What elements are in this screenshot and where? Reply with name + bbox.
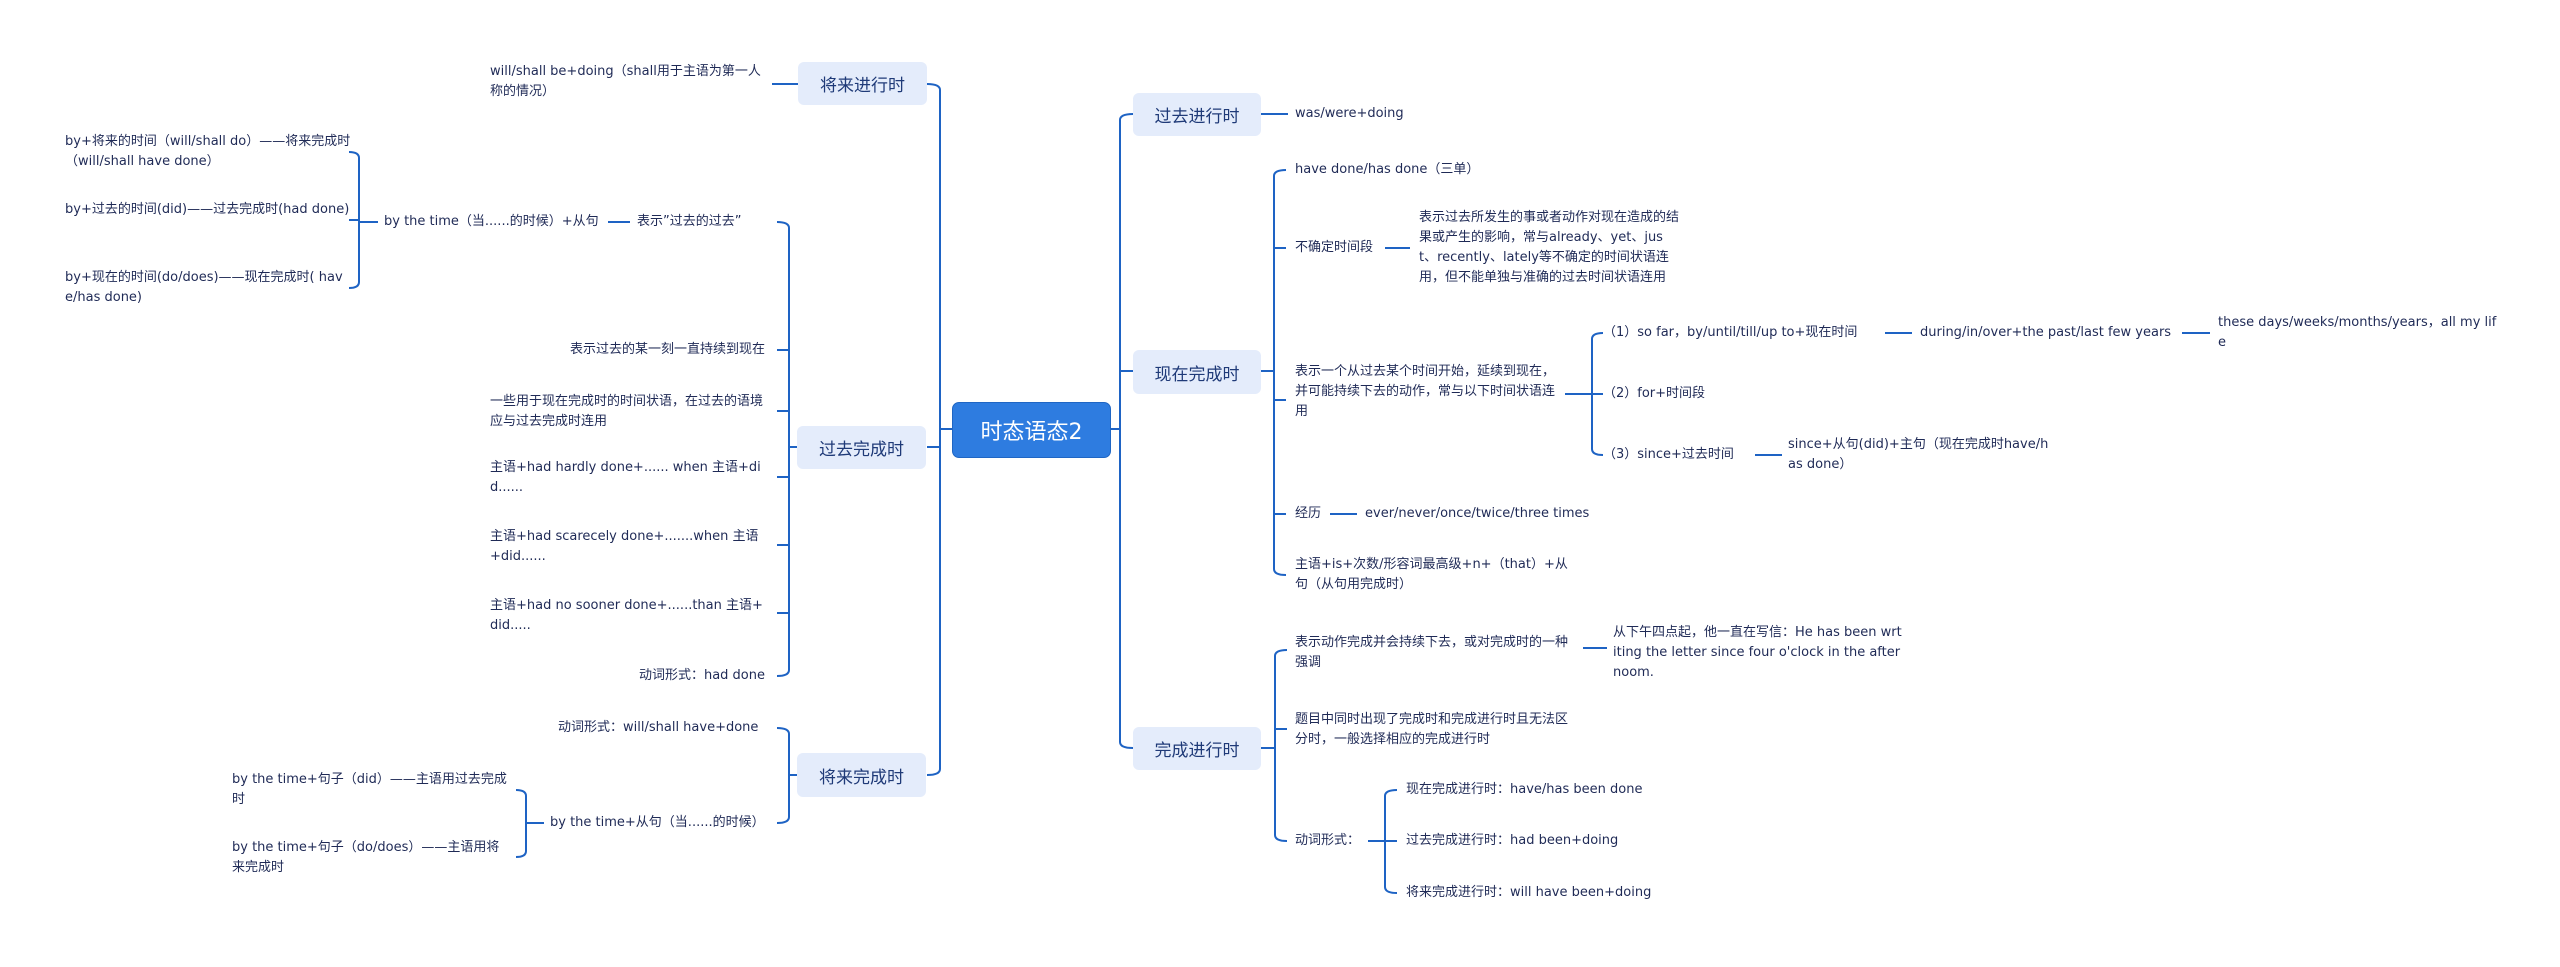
by-the-time-do-does[interactable]: by the time+句子（do/does）——主语用将来完成时: [232, 838, 512, 878]
past-of-past[interactable]: 表示”过去的过去”: [637, 212, 741, 232]
superlative-pattern[interactable]: 主语+is+次数/形容词最高级+n+（that）+从句（从句用完成时）: [1295, 555, 1570, 595]
past-perfect-progressive[interactable]: 过去完成进行时：had been+doing: [1406, 831, 1618, 851]
past-perfect-item-5[interactable]: 主语+had no sooner done+......than 主语+did.…: [490, 596, 765, 636]
past-perfect-verb-form[interactable]: 动词形式：had done: [565, 666, 765, 686]
continuing-action[interactable]: 表示一个从过去某个时间开始，延续到现在，并可能持续下去的动作，常与以下时间状语连…: [1295, 362, 1563, 422]
present-perfect-form[interactable]: have done/has done（三单）: [1295, 160, 1479, 180]
past-perfect-item-4[interactable]: 主语+had scarecely done+.......when 主语+did…: [490, 527, 765, 567]
by-the-time-clause[interactable]: by the time（当......的时候）+从句: [384, 212, 599, 232]
emphasis-example[interactable]: 从下午四点起，他一直在写信：He has been wrtiting the l…: [1613, 623, 1903, 683]
emphasis[interactable]: 表示动作完成并会持续下去，或对完成时的一种强调: [1295, 633, 1580, 673]
right-trunk-spine: [1119, 113, 1134, 749]
past-perfect-bracket-spine: [776, 221, 790, 677]
perfect-progressive-bracket-spine: [1274, 649, 1288, 842]
past-perfect-item-2[interactable]: 一些用于现在完成时的时间状语，在过去的语境应与过去完成时连用: [490, 392, 765, 432]
indefinite-detail[interactable]: 表示过去所发生的事或者动作对现在造成的结果或产生的影响，常与already、ye…: [1419, 208, 1681, 288]
indefinite-period[interactable]: 不确定时间段: [1295, 238, 1373, 258]
by-present-time[interactable]: by+现在的时间(do/does)——现在完成时( have/has done): [65, 268, 355, 308]
left-trunk-spine: [926, 83, 941, 776]
experience-detail[interactable]: ever/never/once/twice/three times: [1365, 504, 1589, 524]
topic-perfect-progressive[interactable]: 完成进行时: [1133, 727, 1261, 770]
past-perfect-item-3[interactable]: 主语+had hardly done+...... when 主语+did...…: [490, 458, 765, 498]
future-perfect-progressive[interactable]: 将来完成进行时：will have been+doing: [1406, 883, 1651, 903]
topic-future-perfect[interactable]: 将来完成时: [797, 753, 926, 797]
future-perfect-by-the-time[interactable]: by the time+从句（当......的时候）: [550, 813, 765, 833]
topic-past-perfect[interactable]: 过去完成时: [797, 426, 926, 469]
experience[interactable]: 经历: [1295, 504, 1321, 524]
future-by-the-time-bracket-spine: [515, 789, 527, 858]
since-clause[interactable]: since+从句(did)+主句（现在完成时have/has done）: [1788, 435, 2053, 475]
past-perfect-item-1[interactable]: 表示过去的某一刻一直持续到现在: [545, 340, 765, 360]
root-topic[interactable]: 时态语态2: [952, 402, 1111, 458]
topic-past-progressive[interactable]: 过去进行时: [1133, 93, 1261, 136]
future-perfect-verb-form[interactable]: 动词形式：will/shall have+done: [558, 718, 758, 738]
by-future-time[interactable]: by+将来的时间（will/shall do）——将来完成时（will/shal…: [65, 132, 355, 172]
topic-present-perfect[interactable]: 现在完成时: [1133, 350, 1261, 394]
adverbial-for[interactable]: （2）for+时间段: [1603, 384, 1705, 404]
future-perfect-bracket-spine: [776, 727, 790, 824]
choice-rule[interactable]: 题目中同时出现了完成时和完成进行时且无法区分时，一般选择相应的完成进行时: [1295, 710, 1580, 750]
past-progressive-form[interactable]: was/were+doing: [1295, 104, 1404, 124]
adverbial-since[interactable]: （3）since+过去时间: [1603, 445, 1734, 465]
adverbial-during[interactable]: during/in/over+the past/last few years: [1920, 323, 2171, 343]
present-perfect-progressive[interactable]: 现在完成进行时：have/has been done: [1406, 780, 1642, 800]
by-the-time-did[interactable]: by the time+句子（did）——主语用过去完成时: [232, 770, 512, 810]
by-past-time[interactable]: by+过去的时间(did)——过去完成时(had done): [65, 200, 355, 220]
adverbial-these-days[interactable]: these days/weeks/months/years，all my lif…: [2218, 313, 2503, 353]
adverbial-so-far[interactable]: （1）so far，by/until/till/up to+现在时间: [1603, 323, 1857, 343]
connector-lines: [348, 83, 2210, 894]
perfect-progressive-verb-form[interactable]: 动词形式：: [1295, 831, 1360, 851]
future-progressive-form[interactable]: will/shall be+doing（shall用于主语为第一人称的情况）: [490, 62, 765, 102]
topic-future-progressive[interactable]: 将来进行时: [798, 62, 927, 105]
